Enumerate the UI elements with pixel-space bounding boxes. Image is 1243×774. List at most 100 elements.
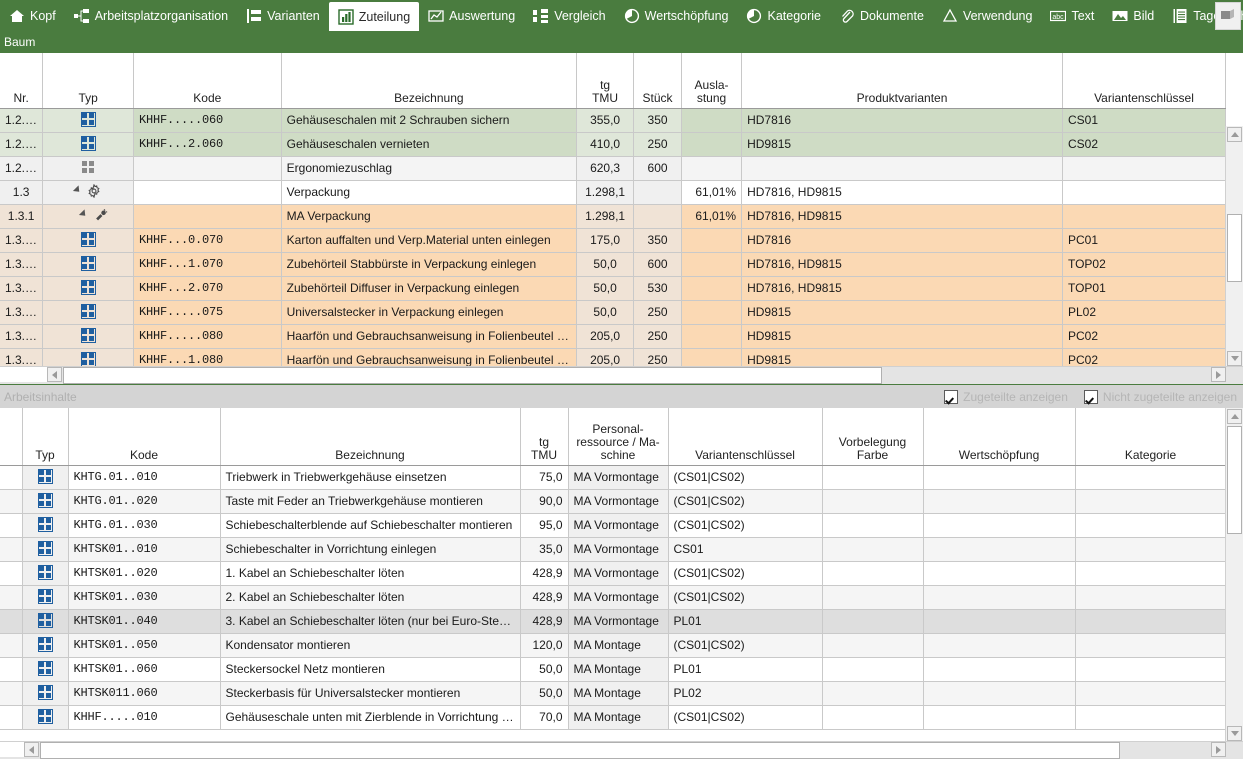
row-typ[interactable]: [42, 132, 134, 157]
content-vertical-scrollbar[interactable]: [1225, 408, 1243, 742]
row-typ[interactable]: [22, 705, 69, 730]
ribbon-tab-varianten[interactable]: Varianten: [237, 0, 329, 31]
ribbon-tab-vergleich[interactable]: Vergleich: [524, 0, 614, 31]
list-item[interactable]: KHTG.01..010 Triebwerk in Triebwerkgehäu…: [0, 465, 1226, 490]
scroll-down-button[interactable]: [1227, 726, 1242, 741]
list-item[interactable]: KHTSK01..060 Steckersockel Netz montiere…: [0, 657, 1226, 682]
tree-col-tg-tmu[interactable]: tg TMU: [576, 53, 635, 109]
table-row[interactable]: 1.2.1.11 Ergonomiezuschlag 620,3 600: [0, 156, 1226, 181]
row-handle[interactable]: [0, 657, 23, 682]
table-row[interactable]: 1.3.1 MA Verpackung 1.298,1 61,01% HD781…: [0, 204, 1226, 229]
ribbon-tab-arbeitsplatzorganisation[interactable]: Arbeitsplatzorganisation: [65, 0, 237, 31]
content-col-variantenschluessel[interactable]: Variantenschlüssel: [668, 408, 823, 466]
tree-col-nr[interactable]: Nr.: [0, 53, 44, 109]
scroll-right-button[interactable]: [1211, 742, 1226, 757]
row-typ[interactable]: [22, 561, 69, 586]
table-row[interactable]: 1.3.1.2 KHHF...1.070 Zubehörteil Stabbür…: [0, 252, 1226, 277]
tree-hscroll-thumb[interactable]: [63, 367, 882, 384]
list-item[interactable]: KHHF.....010 Gehäuseschale unten mit Zie…: [0, 705, 1226, 730]
tree-col-produktvarianten[interactable]: Produktvarianten: [741, 53, 1063, 109]
tree-vertical-scrollbar[interactable]: [1225, 126, 1243, 367]
ribbon-tab-text[interactable]: abc Text: [1041, 0, 1103, 31]
row-handle[interactable]: [0, 609, 23, 634]
ribbon-tab-wertschoepfung[interactable]: Wertschöpfung: [615, 0, 738, 31]
checkbox-zugeteilte-anzeigen[interactable]: Zugeteilte anzeigen: [944, 389, 1068, 404]
tree-col-variantenschluessel[interactable]: Variantenschlüssel: [1062, 53, 1226, 109]
row-handle[interactable]: [0, 465, 23, 490]
tree-col-stueck[interactable]: Stück: [633, 53, 682, 109]
content-col-bezeichnung[interactable]: Bezeichnung: [220, 408, 521, 466]
content-col-tg-tmu[interactable]: tg TMU: [520, 408, 569, 466]
content-col-wertschoepfung[interactable]: Wertschöpfung: [923, 408, 1076, 466]
row-typ[interactable]: [42, 204, 134, 229]
row-typ[interactable]: [42, 228, 134, 253]
table-row[interactable]: 1.3.1.4 KHHF.....075 Universalstecker in…: [0, 300, 1226, 325]
row-handle[interactable]: [0, 705, 23, 730]
list-item[interactable]: KHTSK01..010 Schiebeschalter in Vorricht…: [0, 537, 1226, 562]
scroll-left-button[interactable]: [24, 742, 39, 757]
tree-horizontal-scrollbar[interactable]: [0, 366, 1243, 384]
table-row[interactable]: 1.3.1.1 KHHF...0.070 Karton auffalten un…: [0, 228, 1226, 253]
tree-collapse-toggle[interactable]: [79, 208, 89, 219]
scroll-up-button[interactable]: [1227, 127, 1242, 142]
row-handle[interactable]: [0, 537, 23, 562]
content-hscroll-thumb[interactable]: [40, 742, 1120, 759]
row-typ[interactable]: [42, 324, 134, 349]
row-typ[interactable]: [22, 681, 69, 706]
row-typ[interactable]: [42, 300, 134, 325]
table-row[interactable]: 1.3 Verpackung 1.298,1 61,01% HD7816, HD…: [0, 180, 1226, 205]
ribbon-tab-verwendung[interactable]: Verwendung: [933, 0, 1042, 31]
list-item[interactable]: KHTSK01..030 2. Kabel an Schiebeschalter…: [0, 585, 1226, 610]
scroll-up-button[interactable]: [1227, 409, 1242, 424]
row-typ[interactable]: [22, 585, 69, 610]
tree-scroll-thumb[interactable]: [1227, 214, 1242, 282]
tree-col-typ[interactable]: Typ: [42, 53, 134, 109]
content-col-kode[interactable]: Kode: [68, 408, 221, 466]
table-row[interactable]: 1.3.1.5 KHHF.....080 Haarfön und Gebrauc…: [0, 324, 1226, 349]
row-typ[interactable]: [22, 537, 69, 562]
tree-collapse-toggle[interactable]: [73, 184, 83, 195]
row-typ[interactable]: [42, 180, 134, 205]
row-typ[interactable]: [22, 657, 69, 682]
row-typ[interactable]: [22, 465, 69, 490]
list-item[interactable]: KHTG.01..030 Schiebeschalterblende auf S…: [0, 513, 1226, 538]
table-row[interactable]: 1.3.1.6 KHHF...1.080 Haarfön und Gebrauc…: [0, 348, 1226, 367]
row-typ[interactable]: [22, 489, 69, 514]
scroll-left-button[interactable]: [47, 367, 62, 382]
content-col-kategorie[interactable]: Kategorie: [1075, 408, 1226, 466]
ribbon-tab-kopf[interactable]: Kopf: [0, 0, 65, 31]
content-col-typ[interactable]: Typ: [22, 408, 69, 466]
row-typ[interactable]: [42, 276, 134, 301]
list-item[interactable]: KHTG.01..020 Taste mit Feder an Triebwer…: [0, 489, 1226, 514]
row-handle[interactable]: [0, 513, 23, 538]
row-typ[interactable]: [22, 633, 69, 658]
row-typ[interactable]: [42, 156, 134, 181]
row-handle[interactable]: [0, 585, 23, 610]
ribbon-tab-bild[interactable]: Bild: [1103, 0, 1163, 31]
row-typ[interactable]: [42, 348, 134, 367]
list-item[interactable]: KHTSK011.060 Steckerbasis für Universals…: [0, 681, 1226, 706]
checkbox-nicht-zugeteilte-anzeigen[interactable]: Nicht zugeteilte anzeigen: [1083, 389, 1237, 404]
scroll-down-button[interactable]: [1227, 351, 1242, 366]
content-scroll-thumb[interactable]: [1227, 426, 1242, 534]
table-row[interactable]: 1.2.1.10 KHHF...2.060 Gehäuseschalen ver…: [0, 132, 1226, 157]
row-typ[interactable]: [42, 108, 134, 133]
row-handle[interactable]: [0, 561, 23, 586]
row-handle[interactable]: [0, 681, 23, 706]
row-typ[interactable]: [42, 252, 134, 277]
list-item[interactable]: KHTSK01..050 Kondensator montieren 120,0…: [0, 633, 1226, 658]
ribbon-tab-kategorie[interactable]: Kategorie: [737, 0, 830, 31]
table-row[interactable]: 1.2.1.9 KHHF.....060 Gehäuseschalen mit …: [0, 108, 1226, 133]
content-col-vorbelegung-farbe[interactable]: Vorbelegung Farbe: [822, 408, 924, 466]
row-typ[interactable]: [22, 609, 69, 634]
window-restore-button[interactable]: [1215, 2, 1241, 30]
table-row[interactable]: 1.3.1.3 KHHF...2.070 Zubehörteil Diffuse…: [0, 276, 1226, 301]
tree-col-bezeichnung[interactable]: Bezeichnung: [281, 53, 578, 109]
scroll-right-button[interactable]: [1211, 367, 1226, 382]
ribbon-tab-zuteilung[interactable]: Zuteilung: [328, 2, 420, 31]
ribbon-tab-auswertung[interactable]: Auswertung: [419, 0, 524, 31]
list-item[interactable]: KHTSK01..020 1. Kabel an Schiebeschalter…: [0, 561, 1226, 586]
ribbon-tab-dokumente[interactable]: Dokumente: [830, 0, 933, 31]
row-typ[interactable]: [22, 513, 69, 538]
tree-col-auslastung[interactable]: Ausla- stung: [681, 53, 743, 109]
